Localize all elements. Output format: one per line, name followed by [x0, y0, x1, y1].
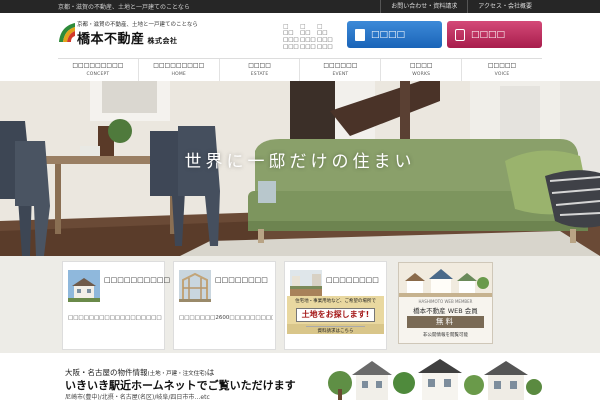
member-footer-text: 非公開情報を閲覧可能 — [423, 333, 468, 338]
nav-item-concept[interactable]: □□□□□□□□□ CONCEPT — [58, 59, 138, 81]
member-houses-icon — [399, 263, 492, 297]
bottom-banner-headline: いきいき駅近ホームネットでご覧いただけます — [65, 379, 296, 392]
member-title: 橋本不動産 WEB 会員 — [413, 307, 478, 315]
contact-label: □□□□ — [471, 29, 506, 40]
feature-card[interactable]: □□□□□□□□ □□□□□□□2600□□□□□□□□□□□□□□□□□□□□ — [173, 261, 276, 350]
feature-card-text: □□□□□□□□□□□□□□□□□□□□□□□□□□□□□□□□□□ — [68, 315, 162, 321]
land-search-banner[interactable]: 住宅地・事業用地など、ご希望の場所で 土地をお探します! 資料請求はこちら — [287, 296, 384, 334]
feature-card-title: □□□□□□□□ — [326, 276, 379, 284]
contact-col: □ □□ □□□ □□□ — [300, 23, 316, 50]
feature-card[interactable]: □□□□□□□□ 住宅地・事業用地など、ご希望の場所で 土地をお探します! 資料… — [284, 261, 387, 350]
houses-illustration — [328, 359, 542, 400]
header-tagline: 京都・滋賀の不動産、土地と一戸建てのことなら — [77, 22, 198, 28]
hero-banner: 世界に一邸だけの住まい — [0, 81, 600, 256]
access-link[interactable]: アクセス・会社概要 — [467, 0, 542, 13]
feature-card-text: □□□□□□□2600□□□□□□□□□□□□□□□□□□□□ — [179, 315, 273, 321]
feature-card-title: □□□□□□□□□□ — [104, 276, 171, 284]
request-documents-label: □□□□ — [371, 29, 406, 40]
company-name[interactable]: 橋本不動産 株式会社 — [77, 28, 178, 47]
feature-section: □□□□□□□□□□ □□□□□□□□□□□□□□□□□□ □□□□□□□□ □□□… — [0, 256, 600, 353]
contact-col: □ □□ □□□ □□□ — [283, 23, 299, 50]
contact-link[interactable]: お問い合わせ・資料請求 — [380, 0, 467, 13]
land-banner-subtitle: 住宅地・事業用地など、ご希望の場所で — [295, 299, 376, 304]
site-header: 京都・滋賀の不動産、土地と一戸建てのことなら 橋本不動産 株式会社 □ □□ □□… — [0, 13, 600, 58]
contact-button[interactable]: □□□□ — [447, 21, 542, 48]
member-subtitle: HASHIMOTO WEB MEMBER — [418, 299, 473, 304]
company-suffix: 株式会社 — [147, 37, 178, 45]
house-photo-thumbnail — [68, 270, 100, 302]
ikiiki-homenet-banner[interactable]: 大阪・名古屋の物件情報(土地・戸建・注文住宅)は いきいき駅近ホームネットでご覧… — [58, 353, 542, 400]
main-nav: □□□□□□□□□ CONCEPT □□□□□□□□□ HOME □□□□ ES… — [58, 58, 542, 81]
nav-item-estate[interactable]: □□□□ ESTATE — [218, 59, 300, 81]
construction-photo-thumbnail — [179, 270, 211, 302]
hero-title: 世界に一邸だけの住まい — [184, 152, 416, 172]
nav-item-home[interactable]: □□□□□□□□□ HOME — [137, 59, 219, 81]
top-bar-tagline: 京都・滋賀の不動産、土地と一戸建てのことなら — [58, 4, 190, 11]
contact-info: □ □□ □□□ □□□ □ □□ □□□ □□□ □ □□ □□□ □□□ — [283, 23, 333, 51]
nav-item-event[interactable]: □□□□□□ EVENT — [299, 59, 380, 81]
document-icon — [355, 28, 365, 41]
feature-card[interactable]: □□□□□□□□□□ □□□□□□□□□□□□□□□□□□□□□□□□□□□□□… — [62, 261, 171, 350]
contact-col: □ □□ □□□ □□□ — [317, 23, 333, 50]
web-member-banner[interactable]: HASHIMOTO WEB MEMBER 橋本不動産 WEB 会員 無料 非公開… — [398, 262, 493, 344]
mobile-phone-icon — [455, 28, 465, 41]
bottom-banner-areas: 尼崎市(豊中)/北摂・名古屋(名区)/岐阜/四日市市…etc — [65, 394, 210, 400]
logo-icon[interactable] — [58, 22, 76, 42]
land-banner-link[interactable]: 資料請求はこちら — [306, 326, 365, 334]
land-banner-headline: 土地をお探します! — [296, 308, 375, 322]
member-free-badge: 無料 — [407, 316, 484, 328]
company-name-main: 橋本不動産 — [77, 32, 145, 47]
feature-card-title: □□□□□□□□ — [215, 276, 268, 284]
top-bar: 京都・滋賀の不動産、土地と一戸建てのことなら お問い合わせ・資料請求 アクセス・… — [0, 0, 600, 13]
nav-item-works[interactable]: □□□□ WORKS — [380, 59, 461, 81]
top-bar-links: お問い合わせ・資料請求 アクセス・会社概要 — [380, 0, 542, 13]
nav-item-voice[interactable]: □□□□□ VOICE — [461, 59, 542, 81]
request-documents-button[interactable]: □□□□ — [347, 21, 442, 48]
